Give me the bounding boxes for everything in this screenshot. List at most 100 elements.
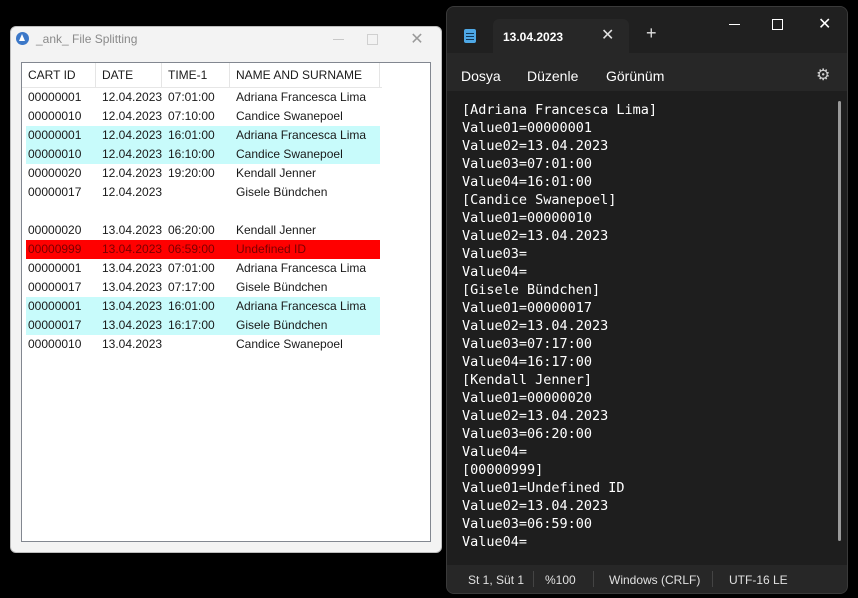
text-line: Value02=13.04.2023	[462, 318, 609, 334]
cart-id-cell: 00000010	[28, 147, 82, 161]
notepad-minimize-button[interactable]	[729, 24, 740, 25]
text-line: Value02=13.04.2023	[462, 498, 609, 514]
notepad-icon	[464, 29, 476, 43]
date-cell: 12.04.2023	[102, 128, 163, 142]
tab-title: 13.04.2023	[503, 30, 564, 44]
table-row[interactable]: 00000017 12.04.2023 Gisele Bündchen	[26, 183, 380, 202]
cart-id-cell: 00000020	[28, 166, 82, 180]
table-row[interactable]: 00000017 13.04.2023 07:17:00 Gisele Bündche…	[26, 278, 380, 297]
file-splitting-window: _ank_ File Splitting ✕ CART ID DATE TIME…	[10, 26, 442, 553]
menu-duzenle[interactable]: Düzenle	[527, 68, 578, 84]
text-line: [Gisele Bündchen]	[462, 282, 601, 298]
date-cell: 13.04.2023	[102, 280, 163, 294]
time-cell: 16:17:00	[168, 318, 215, 332]
status-divider	[533, 571, 534, 587]
status-zoom: %100	[545, 573, 576, 587]
table-row-error[interactable]: 00000999 13.04.2023 06:59:00 Undefined ID	[26, 240, 380, 259]
cart-id-cell: 00000001	[28, 90, 82, 104]
text-line: Value02=13.04.2023	[462, 228, 609, 244]
time-cell: 16:10:00	[168, 147, 215, 161]
title-bar[interactable]: _ank_ File Splitting ✕	[11, 27, 441, 53]
name-cell: Kendall Jenner	[236, 166, 317, 180]
table-row[interactable]: 00000001 13.04.2023 07:01:00 Adriana France…	[26, 259, 380, 278]
text-editor[interactable]: [Adriana Francesca Lima] Value01=00000001…	[447, 91, 847, 565]
window-title: _ank_ File Splitting	[36, 32, 138, 46]
text-line: [00000999]	[462, 462, 544, 478]
text-line: Value03=	[462, 246, 528, 262]
text-line: Value03=06:59:00	[462, 516, 593, 532]
cart-id-cell: 00000010	[28, 109, 82, 123]
text-line: Value01=00000017	[462, 300, 593, 316]
table-row[interactable]: 00000017 13.04.2023 16:17:00 Gisele Bündche…	[26, 316, 380, 335]
minimize-icon	[333, 39, 344, 40]
text-line: Value03=07:01:00	[462, 156, 593, 172]
name-cell: Adriana Francesca Lima	[236, 299, 367, 313]
table-row[interactable]: 00000001 12.04.2023 07:01:00 Adriana France…	[26, 88, 380, 107]
name-cell: Adriana Francesca Lima	[236, 90, 367, 104]
time-cell: 16:01:00	[168, 299, 215, 313]
text-line: Value04=	[462, 534, 528, 550]
notepad-close-button[interactable]: ✕	[818, 14, 831, 34]
date-cell: 13.04.2023	[102, 223, 163, 237]
table-row[interactable]: 00000001 12.04.2023 16:01:00 Adriana France…	[26, 126, 380, 145]
name-cell: Kendall Jenner	[236, 223, 317, 237]
tab-13-04-2023[interactable]: 13.04.2023 ✕	[493, 19, 629, 53]
date-cell: 13.04.2023	[102, 242, 163, 256]
time-cell: 19:20:00	[168, 166, 215, 180]
text-line: Value02=13.04.2023	[462, 138, 609, 154]
column-header-name[interactable]: NAME AND SURNAME	[230, 63, 380, 87]
time-cell: 07:17:00	[168, 280, 215, 294]
cart-id-cell: 00000017	[28, 280, 82, 294]
table-row[interactable]: 00000010 12.04.2023 16:10:00 Candice Swanep…	[26, 145, 380, 164]
name-cell: Candice Swanepoel	[236, 109, 343, 123]
list-rows: 00000001 12.04.2023 07:01:00 Adriana France…	[22, 88, 430, 354]
cart-id-cell: 00000001	[28, 261, 82, 275]
vertical-scrollbar[interactable]	[838, 101, 841, 541]
table-row[interactable]: 00000020 12.04.2023 19:20:00 Kendall Jenner	[26, 164, 380, 183]
time-cell: 07:10:00	[168, 109, 215, 123]
notepad-maximize-button[interactable]	[772, 19, 783, 30]
text-line: Value01=00000010	[462, 210, 593, 226]
date-cell: 12.04.2023	[102, 166, 163, 180]
editor-content[interactable]: [Adriana Francesca Lima] Value01=00000001…	[462, 101, 657, 551]
date-cell: 13.04.2023	[102, 318, 163, 332]
records-listview[interactable]: CART ID DATE TIME-1 NAME AND SURNAME 000…	[21, 62, 431, 542]
name-cell: Gisele Bündchen	[236, 318, 328, 332]
new-tab-button[interactable]: +	[646, 23, 657, 44]
cart-id-cell: 00000017	[28, 185, 82, 199]
time-cell: 06:20:00	[168, 223, 215, 237]
close-icon: ✕	[410, 31, 424, 48]
table-row[interactable]: 00000001 13.04.2023 16:01:00 Adriana France…	[26, 297, 380, 316]
text-line: Value02=13.04.2023	[462, 408, 609, 424]
notepad-title-bar[interactable]: 13.04.2023 ✕ + ✕	[447, 7, 847, 53]
status-line-ending: Windows (CRLF)	[609, 573, 701, 587]
list-header: CART ID DATE TIME-1 NAME AND SURNAME	[22, 63, 382, 88]
cart-id-cell: 00000999	[28, 242, 82, 256]
cart-id-cell: 00000020	[28, 223, 82, 237]
menu-dosya[interactable]: Dosya	[461, 68, 501, 84]
table-row[interactable]: 00000010 12.04.2023 07:10:00 Candice Swanep…	[26, 107, 380, 126]
column-header-time[interactable]: TIME-1	[162, 63, 230, 87]
settings-gear-icon[interactable]: ⚙	[816, 65, 830, 85]
table-row[interactable]: 00000020 13.04.2023 06:20:00 Kendall Jenner	[26, 221, 380, 240]
text-line: [Candice Swanepoel]	[462, 192, 617, 208]
status-cursor-position: St 1, Süt 1	[468, 573, 525, 587]
menu-gorunum[interactable]: Görünüm	[606, 68, 664, 84]
status-bar: St 1, Süt 1 %100 Windows (CRLF) UTF-16 L…	[447, 565, 847, 593]
maximize-icon	[367, 34, 378, 45]
status-encoding: UTF-16 LE	[729, 573, 788, 587]
notepad-window: 13.04.2023 ✕ + ✕ Dosya Düzenle Görünüm ⚙…	[446, 6, 848, 594]
close-button[interactable]: ✕	[397, 27, 437, 53]
time-cell: 16:01:00	[168, 128, 215, 142]
text-line: Value01=00000001	[462, 120, 593, 136]
date-cell: 12.04.2023	[102, 185, 163, 199]
time-cell: 07:01:00	[168, 90, 215, 104]
maximize-button[interactable]	[353, 27, 393, 53]
cart-id-cell: 00000001	[28, 128, 82, 142]
table-row[interactable]: 00000010 13.04.2023 Candice Swanepoel	[26, 335, 380, 354]
tab-close-icon[interactable]: ✕	[601, 25, 614, 45]
table-row[interactable]	[26, 202, 380, 221]
column-header-date[interactable]: DATE	[96, 63, 162, 87]
column-header-cart-id[interactable]: CART ID	[22, 63, 96, 87]
cart-id-cell: 00000001	[28, 299, 82, 313]
